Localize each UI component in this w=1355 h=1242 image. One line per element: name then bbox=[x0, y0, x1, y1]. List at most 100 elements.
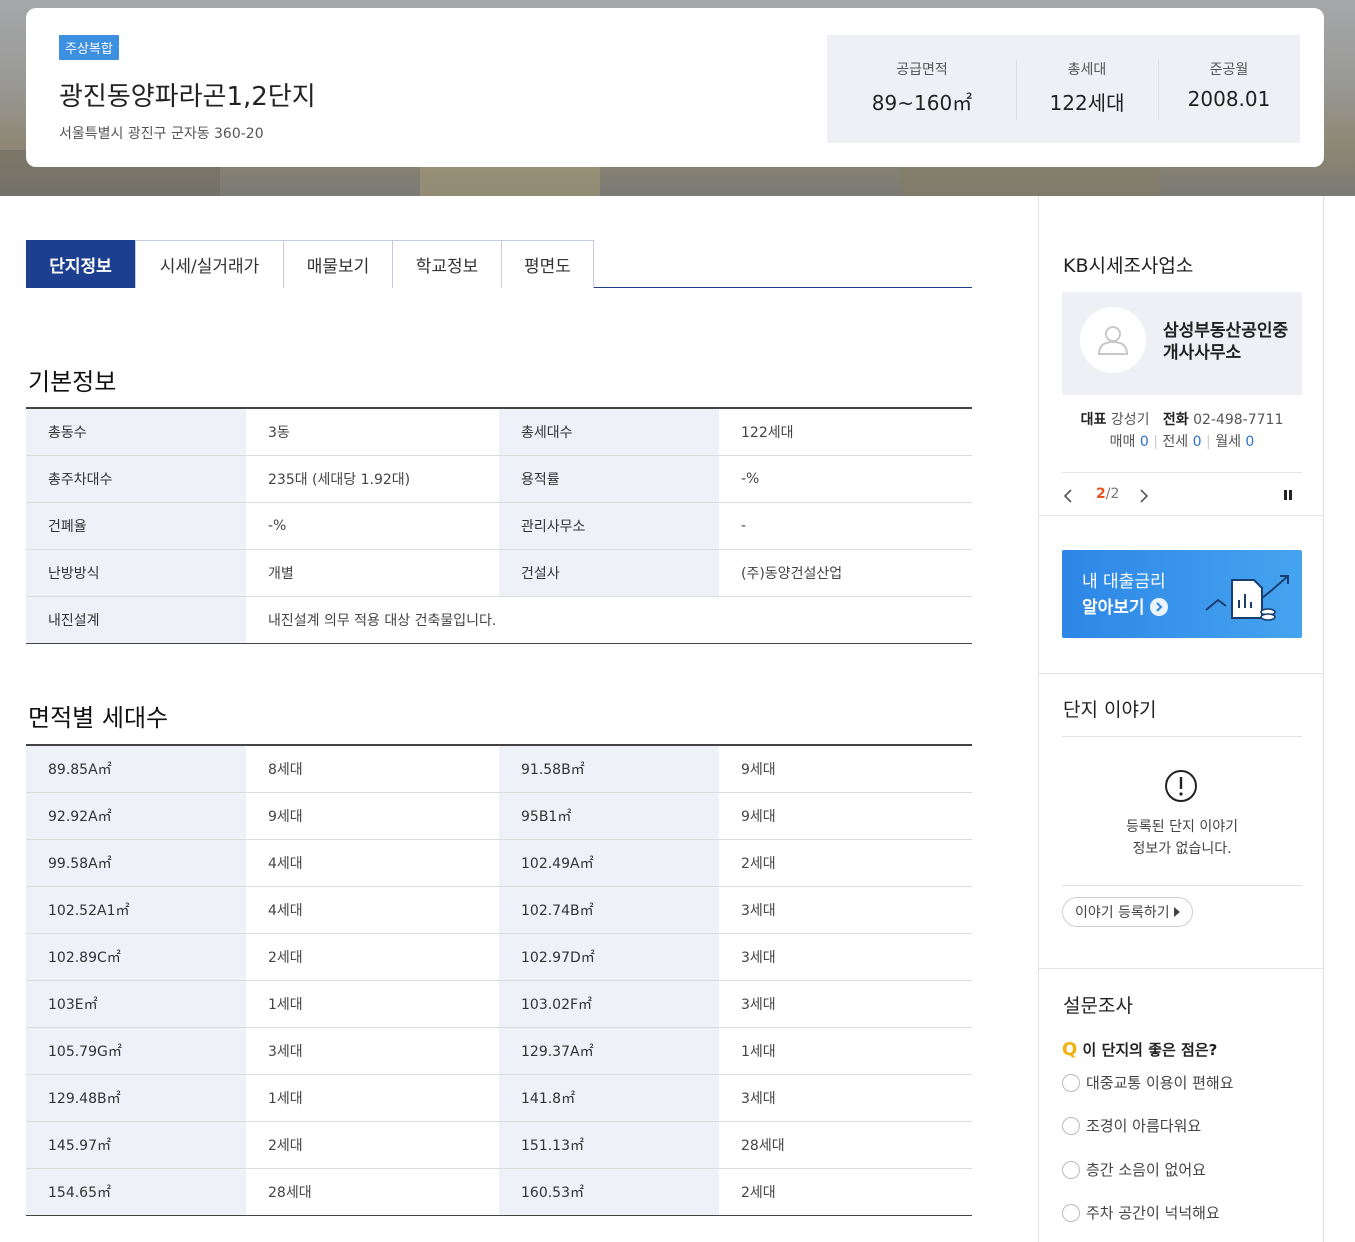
chevron-circle-right-icon bbox=[1149, 598, 1168, 616]
table-cell: 내진설계 의무 적용 대상 건축물입니다. bbox=[268, 612, 497, 629]
survey-question-text: 이 단지의 좋은 점은? bbox=[1082, 1041, 1218, 1059]
complex-summary: 공급면적 89~160㎡ 총세대 122세대 준공월 2008.01 bbox=[827, 35, 1300, 143]
table-row: 145.97㎡ 2세대 151.13㎡ 28세대 bbox=[26, 1121, 972, 1169]
table-header-cell: 건폐율 bbox=[26, 502, 246, 550]
loan-rate-banner[interactable]: 내 대출금리 알아보기 bbox=[1062, 550, 1302, 638]
sale-count[interactable]: 0 bbox=[1140, 434, 1149, 450]
chevron-right-icon[interactable] bbox=[1138, 488, 1150, 504]
survey-option-label: 주차 공간이 넉넉해요 bbox=[1086, 1204, 1220, 1222]
area-type-cell: 91.58B㎡ bbox=[499, 745, 719, 793]
table-row: 102.89C㎡ 2세대 102.97D㎡ 3세대 bbox=[26, 933, 972, 981]
tab-floorplan[interactable]: 평면도 bbox=[501, 240, 594, 288]
pause-icon[interactable] bbox=[1282, 489, 1294, 501]
tab-schools[interactable]: 학교정보 bbox=[392, 240, 502, 288]
survey-option[interactable]: 층간 소음이 없어요 bbox=[1062, 1159, 1206, 1180]
hero-banner: 주상복합 광진동양파라곤1,2단지 서울특별시 광진구 군자동 360-20 공… bbox=[0, 0, 1355, 196]
loan-banner-text: 내 대출금리 알아보기 bbox=[1082, 569, 1168, 621]
radio-button[interactable] bbox=[1062, 1160, 1080, 1179]
area-type-cell: 95B1㎡ bbox=[499, 792, 719, 840]
area-households-table: 89.85A㎡ 8세대 91.58B㎡ 9세대 92.92A㎡ 9세대 95B1㎡ 9세대 99… bbox=[26, 744, 972, 1216]
summary-supply-area: 공급면적 89~160㎡ bbox=[857, 59, 987, 116]
area-type-cell: 141.8㎡ bbox=[499, 1074, 719, 1122]
agent-name: 삼성부동산공인중개사사무소 bbox=[1163, 321, 1289, 363]
complex-tabs: 단지정보 시세/실거래가 매물보기 학교정보 평면도 bbox=[26, 240, 972, 288]
summary-label: 공급면적 bbox=[896, 62, 948, 78]
register-story-label: 이야기 등록하기 bbox=[1075, 905, 1170, 921]
sale-label: 매매 bbox=[1109, 434, 1136, 450]
area-type-cell: 102.49A㎡ bbox=[499, 839, 719, 887]
radio-button[interactable] bbox=[1062, 1203, 1080, 1222]
survey-option[interactable]: 대중교통 이용이 편해요 bbox=[1062, 1072, 1234, 1093]
tab-listings[interactable]: 매물보기 bbox=[283, 240, 393, 288]
agent-pager: 2/2 bbox=[1062, 472, 1302, 516]
jeonse-count[interactable]: 0 bbox=[1193, 434, 1202, 450]
story-empty-line-1: 등록된 단지 이야기 bbox=[1126, 819, 1238, 835]
table-header-cell: 총동수 bbox=[26, 408, 246, 456]
area-type-cell: 103E㎡ bbox=[26, 980, 246, 1028]
table-cell: 3동 bbox=[246, 408, 499, 456]
tab-price[interactable]: 시세/실거래가 bbox=[135, 240, 284, 288]
caret-right-icon bbox=[1173, 907, 1180, 917]
household-count-cell: 2세대 bbox=[246, 933, 499, 981]
household-count-cell: 28세대 bbox=[268, 1184, 312, 1201]
summary-value: 89~160㎡ bbox=[871, 91, 973, 115]
table-header-cell: 총주차대수 bbox=[26, 455, 246, 503]
agent-contact: 대표 강성기 전화 02-498-7711 bbox=[1062, 409, 1302, 429]
register-story-button[interactable]: 이야기 등록하기 bbox=[1062, 897, 1193, 927]
agent-listing-counts: 매매 0 | 전세 0 | 월세 0 bbox=[1109, 434, 1255, 450]
area-type-cell: 99.58A㎡ bbox=[26, 839, 246, 887]
question-mark-label: Q bbox=[1062, 1039, 1078, 1060]
household-count-cell: 2세대 bbox=[741, 1184, 776, 1201]
rep-name: 강성기 bbox=[1110, 412, 1150, 428]
table-row: 92.92A㎡ 9세대 95B1㎡ 9세대 bbox=[26, 792, 972, 840]
story-empty-line-2: 정보가 없습니다. bbox=[1132, 841, 1232, 857]
complex-header-card: 주상복합 광진동양파라곤1,2단지 서울특별시 광진구 군자동 360-20 공… bbox=[26, 8, 1324, 167]
table-row: 102.52A1㎡ 4세대 102.74B㎡ 3세대 bbox=[26, 886, 972, 934]
loan-line-2: 알아보기 bbox=[1082, 598, 1145, 618]
table-header-cell: 총세대수 bbox=[499, 408, 719, 456]
household-count-cell: 1세대 bbox=[246, 980, 499, 1028]
survey-question: Q 이 단지의 좋은 점은? bbox=[1062, 1039, 1217, 1060]
table-row: 총동수 3동 총세대수 122세대 bbox=[26, 408, 972, 456]
area-type-cell: 89.85A㎡ bbox=[26, 745, 246, 793]
table-row: 건폐율 -% 관리사무소 - bbox=[26, 502, 972, 550]
survey-option-label: 조경이 아름다워요 bbox=[1086, 1117, 1202, 1135]
complex-address: 서울특별시 광진구 군자동 360-20 bbox=[59, 126, 264, 142]
area-type-cell: 102.89C㎡ bbox=[26, 933, 246, 981]
area-type-cell: 105.79G㎡ bbox=[26, 1027, 246, 1075]
household-count-cell: 3세대 bbox=[719, 886, 972, 934]
building-type-badge: 주상복합 bbox=[59, 35, 119, 60]
tab-complex-info[interactable]: 단지정보 bbox=[26, 240, 135, 288]
table-row: 89.85A㎡ 8세대 91.58B㎡ 9세대 bbox=[26, 745, 972, 793]
avatar bbox=[1080, 307, 1146, 373]
divider bbox=[1039, 673, 1323, 674]
area-type-cell: 145.97㎡ bbox=[26, 1121, 246, 1169]
table-cell: -% bbox=[246, 502, 499, 550]
table-row: 105.79G㎡ 3세대 129.37A㎡ 1세대 bbox=[26, 1027, 972, 1075]
person-icon bbox=[1097, 326, 1129, 355]
chevron-left-icon[interactable] bbox=[1062, 488, 1074, 504]
survey-option[interactable]: 조경이 아름다워요 bbox=[1062, 1115, 1201, 1136]
survey-option-label: 대중교통 이용이 편해요 bbox=[1086, 1074, 1234, 1092]
table-row: 내진설계 내진설계 의무 적용 대상 건축물입니다. bbox=[26, 596, 972, 643]
page-indicator: 2/2 bbox=[1096, 486, 1119, 502]
radio-button[interactable] bbox=[1062, 1073, 1080, 1092]
household-count-cell: 8세대 bbox=[246, 745, 499, 793]
table-header-cell: 용적률 bbox=[499, 455, 719, 503]
radio-button[interactable] bbox=[1062, 1116, 1080, 1135]
divider bbox=[1062, 736, 1302, 737]
monthly-count[interactable]: 0 bbox=[1245, 434, 1254, 450]
area-type-cell: 154.65㎡ bbox=[26, 1168, 246, 1215]
agent-card[interactable]: 삼성부동산공인중개사사무소 bbox=[1062, 292, 1302, 395]
summary-value: 2008.01 bbox=[1187, 87, 1271, 111]
household-count-cell: 9세대 bbox=[719, 745, 972, 793]
survey-option[interactable]: 주차 공간이 넉넉해요 bbox=[1062, 1202, 1220, 1223]
area-type-cell: 160.53㎡ bbox=[499, 1168, 719, 1215]
table-cell: 122세대 bbox=[719, 408, 972, 456]
household-count-cell: 2세대 bbox=[719, 839, 972, 887]
divider bbox=[1039, 515, 1323, 516]
kb-agent-title: KB시세조사업소 bbox=[1063, 255, 1194, 277]
summary-households: 총세대 122세대 bbox=[1032, 59, 1142, 116]
section-title-basic-info: 기본정보 bbox=[28, 368, 117, 396]
household-count-cell: 4세대 bbox=[246, 886, 499, 934]
